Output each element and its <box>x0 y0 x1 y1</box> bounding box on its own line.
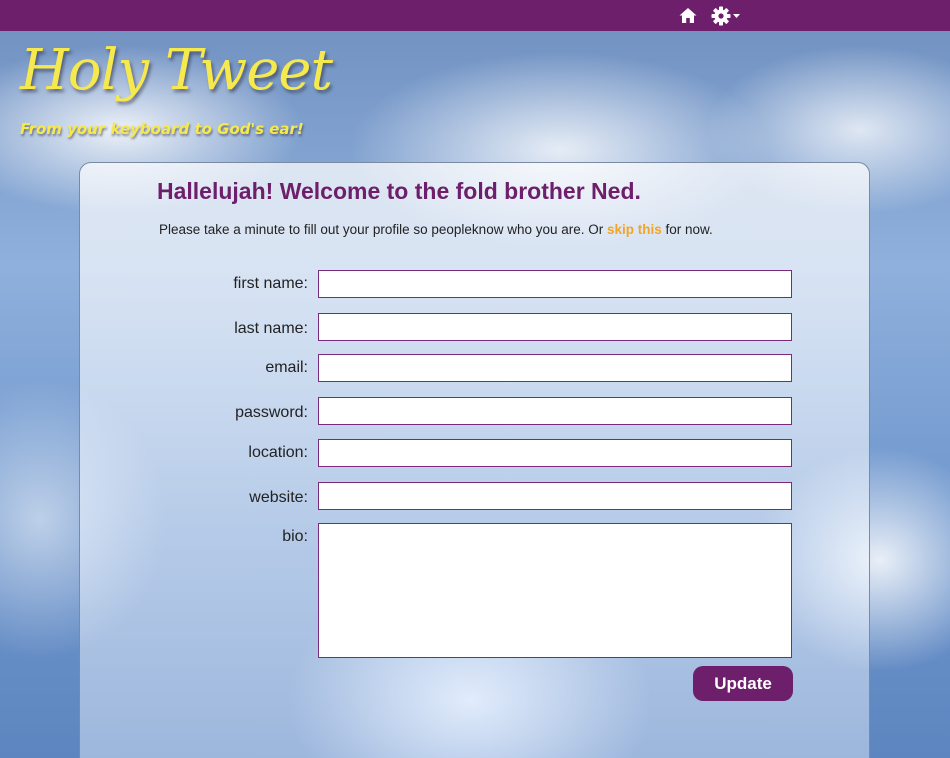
password-label: password: <box>235 404 308 421</box>
website-label: website: <box>249 489 308 506</box>
last-name-label: last name: <box>234 320 308 337</box>
bio-textarea[interactable] <box>318 523 792 658</box>
gear-icon[interactable] <box>710 5 742 27</box>
site-tagline: From your keyboard to God's ear! <box>20 120 304 138</box>
top-nav-bar <box>0 0 950 31</box>
intro-text: Please take a minute to fill out your pr… <box>159 222 713 237</box>
update-button[interactable]: Update <box>693 666 793 701</box>
bio-label: bio: <box>282 528 308 545</box>
site-logo[interactable]: Holy Tweet <box>20 38 333 104</box>
chevron-down-icon <box>733 14 740 18</box>
first-name-field[interactable] <box>318 270 792 298</box>
last-name-field[interactable] <box>318 313 792 341</box>
website-field[interactable] <box>318 482 792 510</box>
skip-link[interactable]: skip this <box>607 222 662 237</box>
password-field[interactable] <box>318 397 792 425</box>
location-field[interactable] <box>318 439 792 467</box>
email-field[interactable] <box>318 354 792 382</box>
home-icon[interactable] <box>678 6 698 26</box>
welcome-heading: Hallelujah! Welcome to the fold brother … <box>157 178 641 204</box>
location-label: location: <box>248 444 308 461</box>
first-name-label: first name: <box>233 275 308 292</box>
intro-text-after: for now. <box>661 222 713 237</box>
email-label: email: <box>265 359 308 376</box>
intro-text-before: Please take a minute to fill out your pr… <box>159 222 607 237</box>
